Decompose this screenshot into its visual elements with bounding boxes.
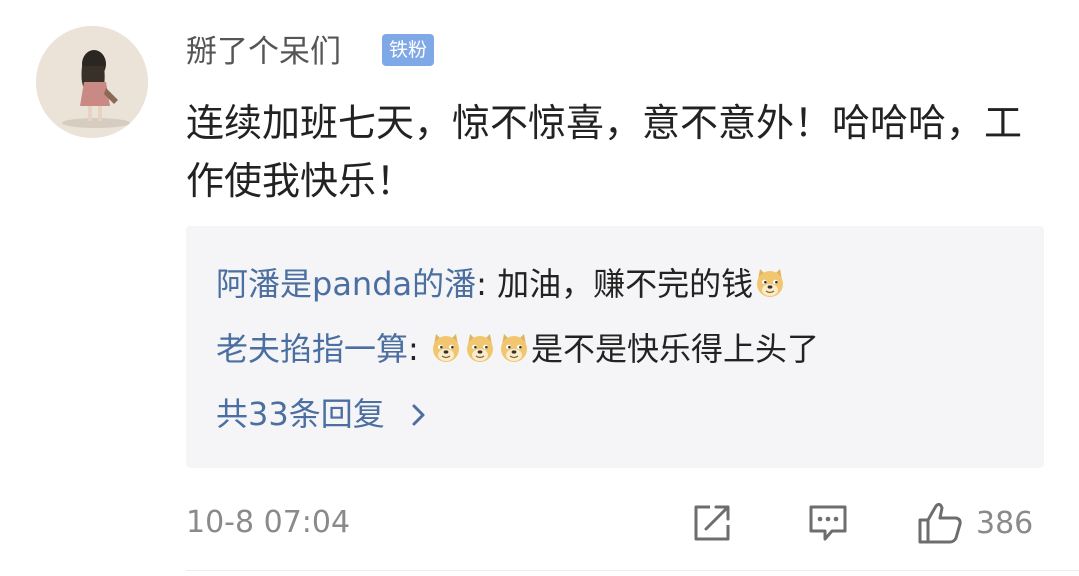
chevron-right-icon	[412, 404, 425, 426]
reply-separator: :	[408, 330, 429, 368]
doge-emoji-icon	[497, 331, 531, 365]
avatar-image	[36, 26, 148, 138]
reply-text: 是不是快乐得上头了	[530, 330, 819, 368]
reply-item[interactable]: 老夫掐指一算: 是不是快乐得上头了	[216, 327, 819, 371]
replies-panel[interactable]: 阿潘是panda的潘: 加油，赚不完的钱 老夫掐指一算: 是不是快乐得上头了 共…	[186, 226, 1044, 468]
reply-item[interactable]: 阿潘是panda的潘: 加油，赚不完的钱	[216, 262, 787, 306]
reply-author[interactable]: 阿潘是panda的潘	[216, 265, 476, 303]
thumbs-up-icon	[918, 502, 962, 544]
comment-icon	[809, 505, 847, 541]
share-button[interactable]	[690, 500, 734, 546]
doge-emoji-icon	[463, 331, 497, 365]
like-button[interactable]: 386	[916, 500, 1033, 546]
divider	[186, 570, 1079, 571]
username[interactable]: 掰了个呆们	[186, 30, 341, 74]
fan-badge[interactable]: 铁粉	[382, 34, 435, 66]
like-count: 386	[976, 505, 1034, 541]
doge-emoji-icon	[753, 266, 787, 300]
more-replies-label[interactable]: 共33条回复	[216, 395, 385, 433]
comment-timestamp: 10-8 07:04	[186, 505, 351, 540]
comment-text: 连续加班七天，惊不惊喜，意不意外！哈哈哈，工作使我快乐！	[186, 101, 1023, 203]
avatar[interactable]	[36, 26, 148, 138]
more-replies-link[interactable]: 共33条回复	[216, 392, 429, 436]
reply-author[interactable]: 老夫掐指一算	[216, 330, 408, 368]
reply-separator: :	[476, 265, 498, 303]
reply-text: 加油，赚不完的钱	[497, 265, 754, 303]
comment-button[interactable]	[806, 500, 850, 546]
share-icon	[694, 505, 730, 541]
doge-emoji-icon	[429, 331, 463, 365]
